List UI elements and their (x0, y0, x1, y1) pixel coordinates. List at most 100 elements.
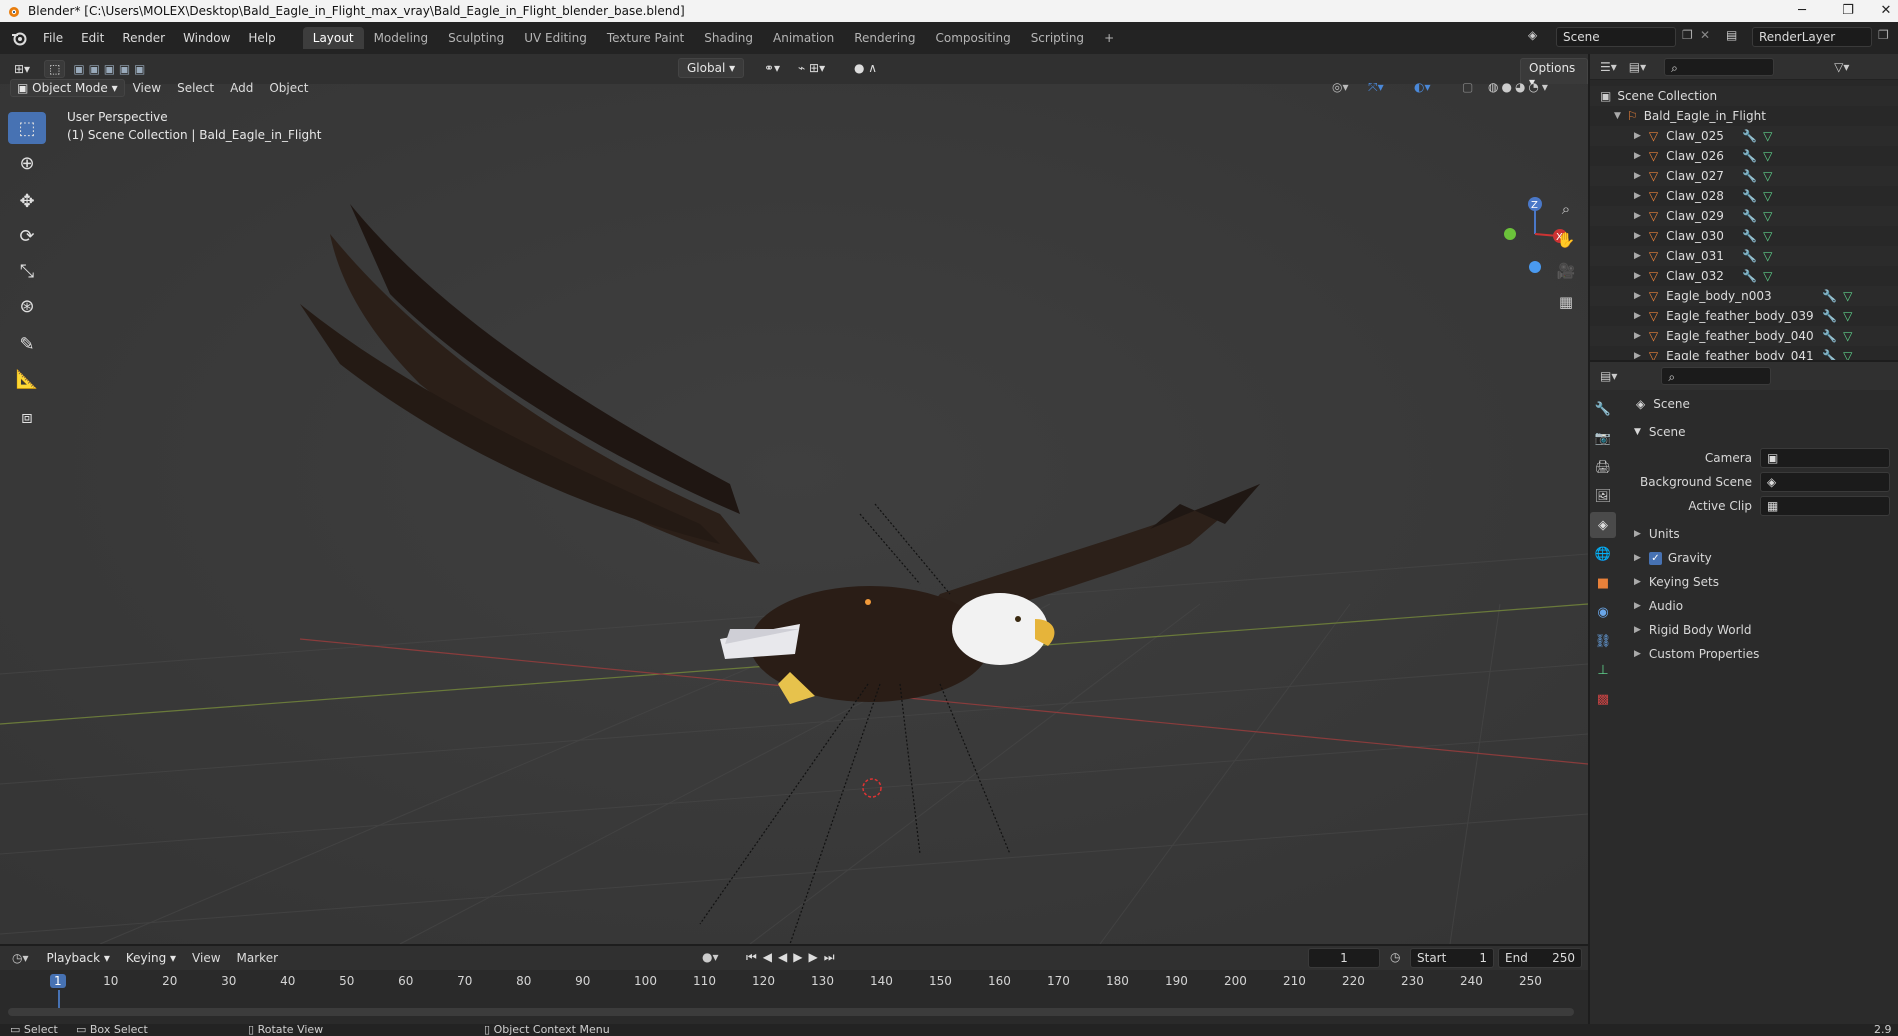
tab-rendering[interactable]: Rendering (844, 27, 925, 49)
expand-icon[interactable]: ▶ (1634, 311, 1641, 321)
scale-tool-icon[interactable]: ⤡ (8, 255, 46, 287)
gravity-checkbox[interactable]: ✓ (1648, 551, 1662, 565)
rotate-tool-icon[interactable]: ⟳ (8, 220, 46, 252)
scene-tab-icon[interactable]: ◈ (1590, 512, 1616, 538)
auto-keying-icon[interactable]: ●▾ (702, 950, 719, 964)
menu-view[interactable]: View (125, 78, 169, 98)
mesh-data-icon[interactable]: ▽ (1763, 209, 1772, 223)
modifier-icon[interactable]: 🔧 (1822, 349, 1837, 360)
expand-icon[interactable]: ▶ (1634, 271, 1641, 281)
shading-modes-icon[interactable]: ◍●◕◔▾ (1488, 80, 1551, 94)
tab-animation[interactable]: Animation (763, 27, 844, 49)
add-cube-tool-icon[interactable]: ⧈ (8, 401, 46, 433)
constraints-tab-icon[interactable]: ⛓ (1590, 628, 1616, 654)
camera-field[interactable]: ▣ (1760, 448, 1890, 468)
current-frame-field[interactable]: 1 (1308, 948, 1380, 968)
section-audio[interactable]: ▶ Audio (1630, 594, 1898, 618)
marker-menu[interactable]: Marker (229, 948, 286, 968)
outliner-item[interactable]: ▶ ▽ Claw_027 🔧 ▽ (1590, 166, 1898, 186)
mesh-data-icon[interactable]: ▽ (1763, 229, 1772, 243)
modifier-icon[interactable]: 🔧 (1742, 269, 1757, 283)
modifier-icon[interactable]: 🔧 (1742, 189, 1757, 203)
scene-panel-header[interactable]: ▼ Scene (1630, 420, 1898, 444)
minimize-button[interactable]: ─ (1782, 0, 1822, 22)
preview-range-icon[interactable]: ◷ (1390, 950, 1400, 964)
maximize-button[interactable]: ❐ (1828, 0, 1868, 22)
select-mode-icon[interactable]: ⬚ (44, 60, 66, 78)
outliner-item[interactable]: ▶ ▽ Claw_030 🔧 ▽ (1590, 226, 1898, 246)
expand-icon[interactable]: ▶ (1634, 231, 1641, 241)
measure-tool-icon[interactable]: 📐 (8, 363, 46, 395)
timeline-editor-type-icon[interactable]: ◷▾ (12, 951, 29, 965)
mesh-data-icon[interactable]: ▽ (1843, 289, 1852, 303)
3d-viewport[interactable]: Z X User Perspective (1) Scene Collectio… (0, 84, 1588, 944)
gizmo-toggle-icon[interactable]: ⤧▾ (1368, 80, 1384, 95)
active-clip-field[interactable]: ▦ (1760, 496, 1890, 516)
data-tab-icon[interactable]: ⊥ (1590, 657, 1616, 683)
tab-sculpting[interactable]: Sculpting (438, 27, 514, 49)
outliner-item[interactable]: ▶ ▽ Claw_026 🔧 ▽ (1590, 146, 1898, 166)
background-scene-field[interactable]: ◈ (1760, 472, 1890, 492)
modifier-icon[interactable]: 🔧 (1822, 329, 1837, 343)
snap-icon[interactable]: ⌁ ⊞▾ (790, 58, 833, 78)
modifier-icon[interactable]: 🔧 (1822, 309, 1837, 323)
modifier-icon[interactable]: 🔧 (1822, 289, 1837, 303)
start-frame-field[interactable]: Start 1 (1410, 948, 1494, 968)
menu-add[interactable]: Add (222, 78, 261, 98)
tab-scripting[interactable]: Scripting (1021, 27, 1094, 49)
overlay-toggle-icon[interactable]: ◐▾ (1414, 80, 1431, 94)
viewport-scene[interactable]: Z X (0, 84, 1588, 944)
expand-icon[interactable]: ▶ (1634, 131, 1641, 141)
add-workspace-button[interactable]: + (1094, 27, 1124, 49)
annotate-tool-icon[interactable]: ✎ (8, 328, 46, 360)
playhead-line[interactable] (58, 990, 60, 1008)
expand-icon[interactable]: ▶ (1634, 191, 1641, 201)
texture-tab-icon[interactable]: ▩ (1590, 686, 1616, 712)
delete-scene-icon[interactable]: ✕ (1700, 28, 1710, 42)
move-tool-icon[interactable]: ✥ (8, 185, 46, 217)
select-box-tool-icon[interactable]: ⬚ (8, 112, 46, 144)
outliner-editor-type-icon[interactable]: ☰▾ (1600, 60, 1617, 74)
expand-icon[interactable]: ▶ (1634, 211, 1641, 221)
new-scene-icon[interactable]: ❐ (1682, 28, 1693, 42)
filter-icon[interactable]: ▽▾ (1834, 60, 1849, 74)
pan-hand-icon[interactable]: ✋ (1552, 226, 1580, 254)
menu-help[interactable]: Help (239, 31, 284, 45)
outliner-item[interactable]: ▶ ▽ Eagle_body_n003 🔧 ▽ (1590, 286, 1898, 306)
ortho-toggle-icon[interactable]: ▦ (1552, 288, 1580, 316)
menu-file[interactable]: File (34, 31, 72, 45)
mesh-data-icon[interactable]: ▽ (1763, 269, 1772, 283)
expand-icon[interactable]: ▶ (1634, 351, 1641, 360)
physics-tab-icon[interactable]: ◉ (1590, 599, 1616, 625)
outliner-scene-collection[interactable]: ▣ Scene Collection (1590, 86, 1898, 106)
visibility-icon[interactable]: ◎▾ (1332, 80, 1349, 94)
frame-ruler[interactable]: 1 10 20 30 40 50 60 70 80 90 100 110 120 130 140 150 160… (0, 970, 1588, 1008)
tool-tab-icon[interactable]: 🔧 (1590, 396, 1616, 422)
modifier-icon[interactable]: 🔧 (1742, 249, 1757, 263)
menu-select[interactable]: Select (169, 78, 222, 98)
outliner-item[interactable]: ▶ ▽ Eagle_feather_body_041 🔧 ▽ (1590, 346, 1898, 360)
properties-editor-type-icon[interactable]: ▤▾ (1600, 369, 1617, 383)
menu-window[interactable]: Window (174, 31, 239, 45)
modifier-icon[interactable]: 🔧 (1742, 149, 1757, 163)
mesh-data-icon[interactable]: ▽ (1763, 169, 1772, 183)
section-units[interactable]: ▶ Units (1630, 522, 1898, 546)
new-view-layer-icon[interactable]: ❐ (1878, 28, 1889, 42)
expand-icon[interactable]: ▶ (1634, 171, 1641, 181)
mesh-data-icon[interactable]: ▽ (1843, 329, 1852, 343)
modifier-icon[interactable]: 🔧 (1742, 229, 1757, 243)
modifier-icon[interactable]: 🔧 (1742, 129, 1757, 143)
close-button[interactable]: ✕ (1866, 0, 1898, 22)
proportional-edit-icon[interactable]: ● ∧ (846, 58, 885, 78)
section-gravity[interactable]: ▶ ✓ Gravity (1630, 546, 1898, 570)
tab-uv-editing[interactable]: UV Editing (514, 27, 597, 49)
outliner-search-input[interactable]: ⌕ (1664, 57, 1775, 76)
modifier-icon[interactable]: 🔧 (1742, 169, 1757, 183)
properties-search-input[interactable]: ⌕ (1661, 367, 1772, 385)
world-tab-icon[interactable]: 🌐 (1590, 541, 1616, 567)
outliner-item[interactable]: ▶ ▽ Claw_025 🔧 ▽ (1590, 126, 1898, 146)
end-frame-field[interactable]: End 250 (1498, 948, 1582, 968)
blender-menu-icon[interactable] (10, 29, 28, 47)
expand-icon[interactable]: ▼ (1614, 111, 1621, 121)
transform-orientation-dropdown[interactable]: Global ▾ (678, 58, 745, 78)
